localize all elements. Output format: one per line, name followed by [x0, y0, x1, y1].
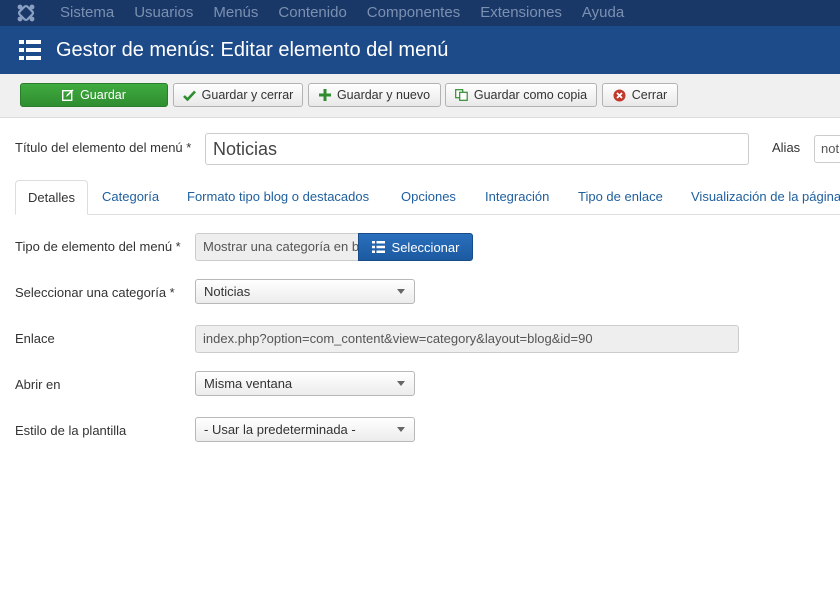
save-new-label: Guardar y nuevo	[336, 88, 431, 102]
top-navbar: Sistema Usuarios Menús Contenido Compone…	[0, 0, 840, 26]
save-label: Guardar	[80, 88, 126, 102]
nav-usuarios[interactable]: Usuarios	[134, 0, 193, 26]
page-title: Gestor de menús: Editar elemento del men…	[56, 38, 449, 61]
check-icon	[182, 90, 196, 101]
save-copy-button[interactable]: Guardar como copia	[445, 83, 597, 107]
nav-ayuda[interactable]: Ayuda	[582, 0, 624, 26]
alias-input[interactable]: noticias	[814, 135, 840, 163]
type-label: Tipo de elemento del menú *	[15, 239, 181, 254]
link-field: index.php?option=com_content&view=catego…	[195, 325, 739, 353]
save-new-button[interactable]: Guardar y nuevo	[308, 83, 441, 107]
template-label: Estilo de la plantilla	[15, 423, 127, 438]
nav-componentes[interactable]: Componentes	[367, 0, 460, 26]
open-label: Abrir en	[15, 377, 61, 392]
list-icon	[19, 40, 41, 60]
tab-categoria[interactable]: Categoría	[102, 180, 159, 215]
select-type-button[interactable]: Seleccionar	[358, 233, 473, 261]
tab-visualizacion[interactable]: Visualización de la página	[691, 180, 840, 215]
alias-label: Alias	[772, 140, 801, 155]
joomla-logo-icon[interactable]	[17, 0, 47, 26]
open-select[interactable]: Misma ventana	[195, 371, 415, 396]
close-button[interactable]: Cerrar	[602, 83, 678, 107]
category-select[interactable]: Noticias	[195, 279, 415, 304]
link-label: Enlace	[15, 331, 55, 346]
toolbar: Guardar Guardar y cerrar Guardar y nuevo…	[0, 74, 840, 118]
template-select[interactable]: - Usar la predeterminada -	[195, 417, 415, 442]
title-input[interactable]: Noticias	[205, 133, 749, 165]
chevron-down-icon	[397, 427, 405, 432]
select-type-label: Seleccionar	[391, 239, 460, 255]
copy-icon	[454, 89, 468, 101]
tab-opciones[interactable]: Opciones	[401, 180, 456, 215]
type-field: Mostrar una categoría en blog	[195, 233, 359, 261]
nav-menus[interactable]: Menús	[213, 0, 258, 26]
save-copy-label: Guardar como copia	[473, 88, 588, 102]
edit-icon	[62, 89, 74, 101]
save-close-button[interactable]: Guardar y cerrar	[173, 83, 303, 107]
chevron-down-icon	[397, 289, 405, 294]
title-label: Título del elemento del menú *	[15, 140, 192, 155]
category-value: Noticias	[204, 284, 251, 299]
close-label: Cerrar	[631, 88, 668, 102]
open-value: Misma ventana	[204, 376, 293, 391]
category-label: Seleccionar una categoría *	[15, 285, 175, 300]
tab-formato-blog[interactable]: Formato tipo blog o destacados	[187, 180, 369, 215]
plus-icon	[318, 89, 331, 101]
template-value: - Usar la predeterminada -	[204, 422, 356, 437]
save-close-label: Guardar y cerrar	[201, 88, 294, 102]
tab-integracion[interactable]: Integración	[485, 180, 549, 215]
close-circle-icon	[613, 89, 626, 102]
chevron-down-icon	[397, 381, 405, 386]
page-header: Gestor de menús: Editar elemento del men…	[0, 26, 840, 74]
nav-sistema[interactable]: Sistema	[60, 0, 114, 26]
nav-contenido[interactable]: Contenido	[278, 0, 346, 26]
list-icon	[371, 241, 385, 253]
nav-extensiones[interactable]: Extensiones	[480, 0, 562, 26]
tab-tipo-enlace[interactable]: Tipo de enlace	[578, 180, 663, 215]
save-button[interactable]: Guardar	[20, 83, 168, 107]
tab-detalles[interactable]: Detalles	[15, 180, 88, 215]
